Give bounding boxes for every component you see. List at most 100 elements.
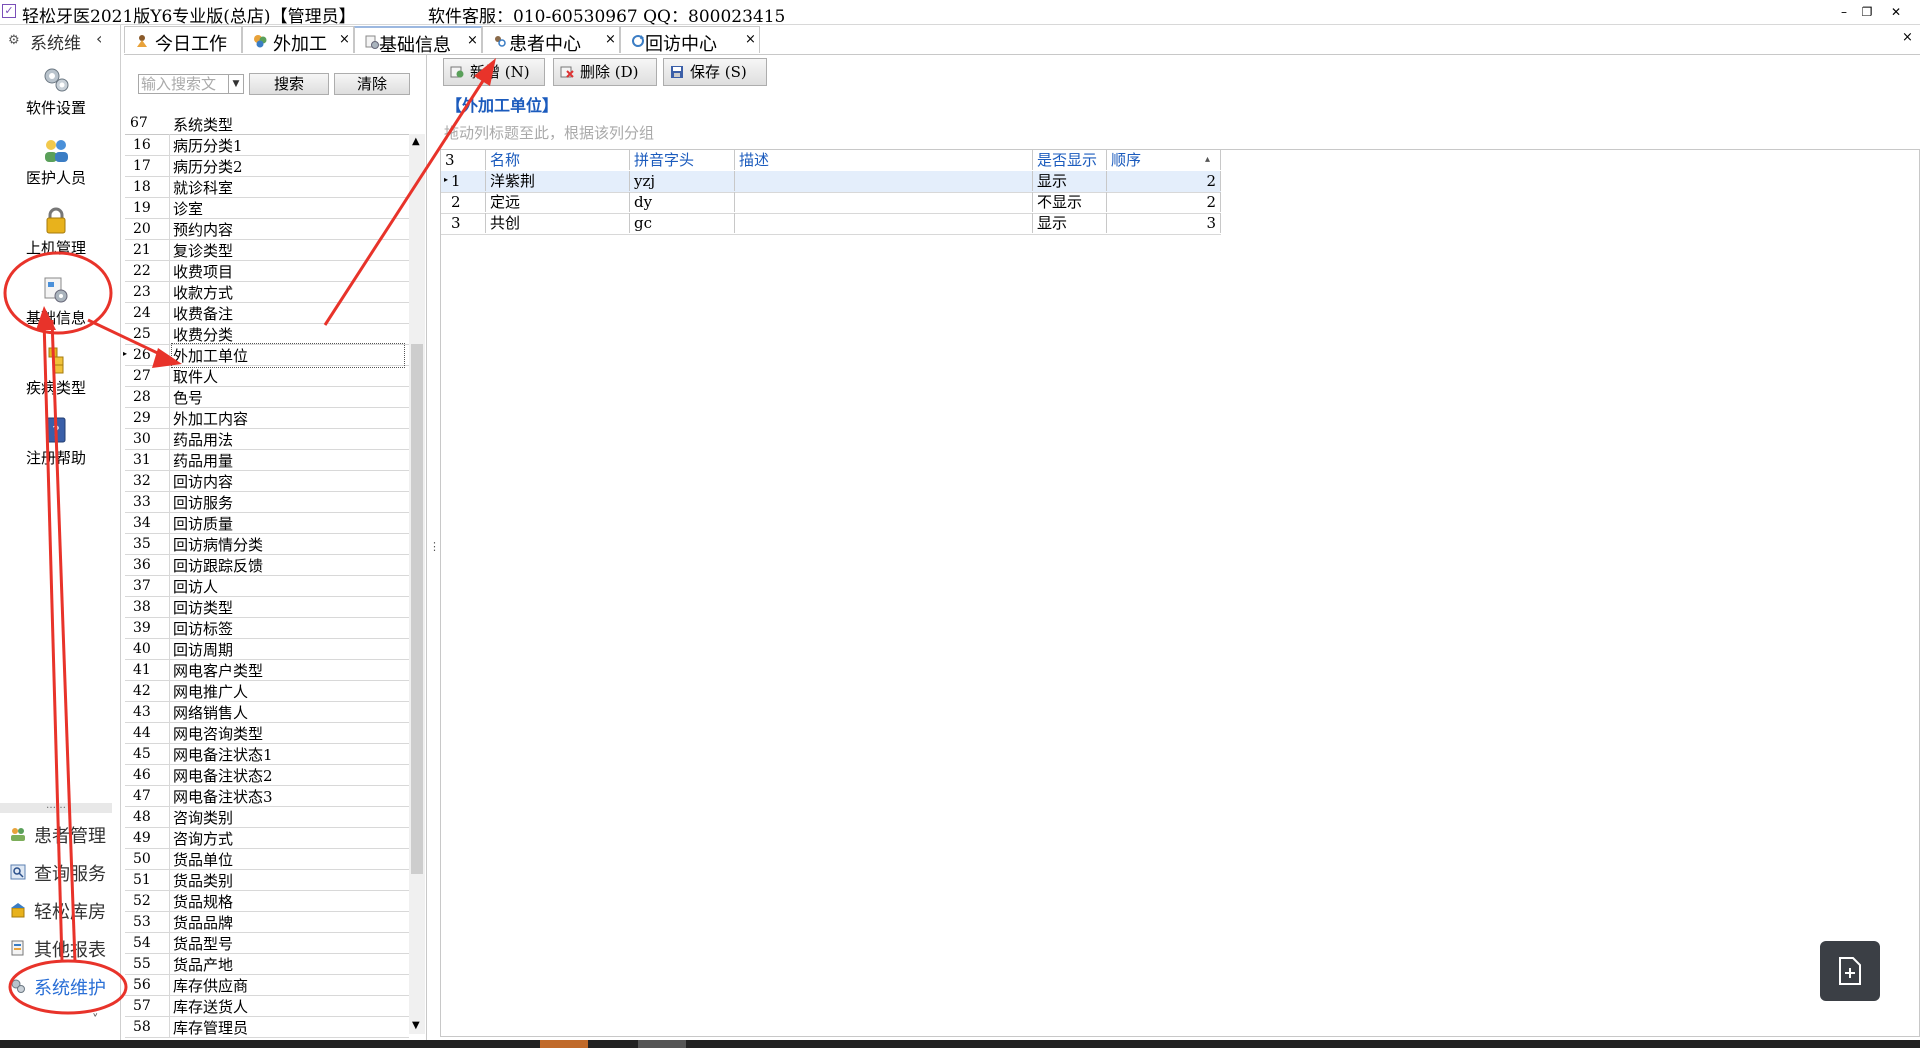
category-row[interactable]: 47 网电备注状态3 <box>125 785 409 807</box>
close-window-button[interactable]: ✕ <box>1884 2 1908 22</box>
cell-order[interactable]: 2 <box>1107 171 1221 191</box>
category-row[interactable]: 26 外加工单位 ▸ <box>123 343 409 368</box>
nav-patient-management[interactable]: 患者管理 <box>0 816 112 850</box>
scroll-up-icon[interactable]: ▲ <box>412 136 420 147</box>
minimize-button[interactable]: – <box>1832 2 1856 22</box>
table-row[interactable]: 3 共创 gc 显示 3 <box>441 213 1221 235</box>
cell-pinyin[interactable]: yzj <box>630 171 735 191</box>
cell-name[interactable]: 共创 <box>486 213 630 233</box>
cell-description[interactable] <box>735 192 1033 212</box>
category-row[interactable]: 32 回访内容 <box>125 470 409 492</box>
category-row[interactable]: 20 预约内容 <box>125 218 409 240</box>
category-row[interactable]: 17 病历分类2 <box>125 155 409 177</box>
close-all-tabs-icon[interactable]: × <box>1902 30 1913 45</box>
category-row[interactable]: 53 货品品牌 <box>125 911 409 933</box>
category-scrollbar[interactable]: ▲ ▼ <box>409 134 425 1034</box>
category-row[interactable]: 37 回访人 <box>125 575 409 597</box>
cell-show[interactable]: 显示 <box>1033 213 1107 233</box>
category-row[interactable]: 55 货品产地 <box>125 953 409 975</box>
tab-close-icon[interactable]: × <box>467 33 478 48</box>
category-row[interactable]: 56 库存供应商 <box>125 974 409 996</box>
category-row[interactable]: 54 货品型号 <box>125 932 409 954</box>
cell-pinyin[interactable]: gc <box>630 213 735 233</box>
category-row[interactable]: 41 网电客户类型 <box>125 659 409 681</box>
category-row[interactable]: 58 库存管理员 <box>125 1016 409 1038</box>
category-row[interactable]: 33 回访服务 <box>125 491 409 513</box>
cell-name[interactable]: 定远 <box>486 192 630 212</box>
column-header-pinyin[interactable]: 拼音字头 <box>630 150 735 170</box>
category-row[interactable]: 51 货品类别 <box>125 869 409 891</box>
panel-splitter-handle[interactable]: ⋮ <box>429 540 440 553</box>
column-header-name[interactable]: 名称 <box>486 150 630 170</box>
cell-description[interactable] <box>735 171 1033 191</box>
category-row[interactable]: 28 色号 <box>125 386 409 408</box>
save-button[interactable]: 保存 (S) <box>663 58 767 86</box>
category-row[interactable]: 27 取件人 <box>125 365 409 387</box>
category-row[interactable]: 44 网电咨询类型 <box>125 722 409 744</box>
category-row[interactable]: 31 药品用量 <box>125 449 409 471</box>
restore-button[interactable]: ❐ <box>1855 2 1879 22</box>
delete-button[interactable]: 删除 (D) <box>553 58 657 86</box>
nav-system-maintenance[interactable]: 系统维护 <box>0 968 112 1002</box>
category-row[interactable]: 29 外加工内容 <box>125 407 409 429</box>
nav-warehouse[interactable]: 轻松库房 <box>0 892 112 926</box>
nav-query-service[interactable]: 查询服务 <box>0 854 112 888</box>
tab-close-icon[interactable]: × <box>605 32 616 47</box>
cell-show[interactable]: 显示 <box>1033 171 1107 191</box>
scroll-down-icon[interactable]: ▼ <box>412 1020 420 1031</box>
table-row[interactable]: 1 洋紫荆 yzj 显示 2 ▸ <box>441 171 1221 193</box>
tab-today-work[interactable]: 今日工作 <box>124 26 242 55</box>
category-row[interactable]: 18 就诊科室 <box>125 176 409 198</box>
cell-name[interactable]: 洋紫荆 <box>486 171 630 191</box>
category-row[interactable]: 49 咨询方式 <box>125 827 409 849</box>
column-header-order[interactable]: 顺序 ▴ <box>1107 150 1221 170</box>
nav-disease-types[interactable]: 疾病类型 <box>0 345 112 407</box>
table-row[interactable]: 2 定远 dy 不显示 2 <box>441 192 1221 214</box>
tab-basic-info[interactable]: 基础信息 × <box>354 26 482 56</box>
category-row[interactable]: 21 复诊类型 <box>125 239 409 261</box>
category-row[interactable]: 25 收费分类 <box>125 323 409 345</box>
tab-external-processing[interactable]: 外加工 × <box>242 26 354 55</box>
category-row[interactable]: 35 回访病情分类 <box>125 533 409 555</box>
category-row[interactable]: 22 收费项目 <box>125 260 409 282</box>
category-row[interactable]: 46 网电备注状态2 <box>125 764 409 786</box>
cell-description[interactable] <box>735 213 1033 233</box>
category-row[interactable]: 39 回访标签 <box>125 617 409 639</box>
cell-order[interactable]: 3 <box>1107 213 1221 233</box>
sidebar-splitter[interactable]: …… <box>0 801 112 813</box>
add-button[interactable]: 新增 (N) <box>443 58 545 86</box>
dropdown-arrow-icon[interactable]: ▼ <box>228 75 243 93</box>
category-row[interactable]: 19 诊室 <box>125 197 409 219</box>
column-header-description[interactable]: 描述 <box>735 150 1033 170</box>
category-row[interactable]: 38 回访类型 <box>125 596 409 618</box>
category-row[interactable]: 45 网电备注状态1 <box>125 743 409 765</box>
column-header-system-type[interactable]: 系统类型 <box>173 114 233 135</box>
search-button[interactable]: 搜索 <box>249 73 329 95</box>
category-row[interactable]: 50 货品单位 <box>125 848 409 870</box>
category-row[interactable]: 24 收费备注 <box>125 302 409 324</box>
column-header-show[interactable]: 是否显示 <box>1033 150 1107 170</box>
category-row[interactable]: 48 咨询类别 <box>125 806 409 828</box>
nav-medical-staff[interactable]: 医护人员 <box>0 135 112 197</box>
category-search-input[interactable]: 输入搜索文 ▼ <box>138 74 244 94</box>
category-row[interactable]: 52 货品规格 <box>125 890 409 912</box>
tab-close-icon[interactable]: × <box>339 32 350 47</box>
tab-close-icon[interactable]: × <box>745 32 756 47</box>
nav-other-reports[interactable]: 其他报表 <box>0 930 112 964</box>
clear-button[interactable]: 清除 <box>334 73 410 95</box>
sidebar-header[interactable]: ⚙ 系统维 ‹ <box>0 25 120 55</box>
nav-login-management[interactable]: 上机管理 <box>0 205 112 267</box>
category-row[interactable]: 16 病历分类1 <box>125 134 409 156</box>
nav-software-settings[interactable]: 软件设置 <box>0 65 112 127</box>
category-row[interactable]: 34 回访质量 <box>125 512 409 534</box>
tab-follow-up-center[interactable]: 回访中心 × <box>620 26 760 55</box>
collapse-chevron-icon[interactable]: ‹ <box>96 29 102 48</box>
category-row[interactable]: 30 药品用法 <box>125 428 409 450</box>
floating-new-document-button[interactable] <box>1820 941 1880 1001</box>
cell-pinyin[interactable]: dy <box>630 192 735 212</box>
scrollbar-thumb[interactable] <box>411 344 423 874</box>
category-row[interactable]: 43 网络销售人 <box>125 701 409 723</box>
category-row[interactable]: 40 回访周期 <box>125 638 409 660</box>
cell-show[interactable]: 不显示 <box>1033 192 1107 212</box>
category-row[interactable]: 23 收款方式 <box>125 281 409 303</box>
